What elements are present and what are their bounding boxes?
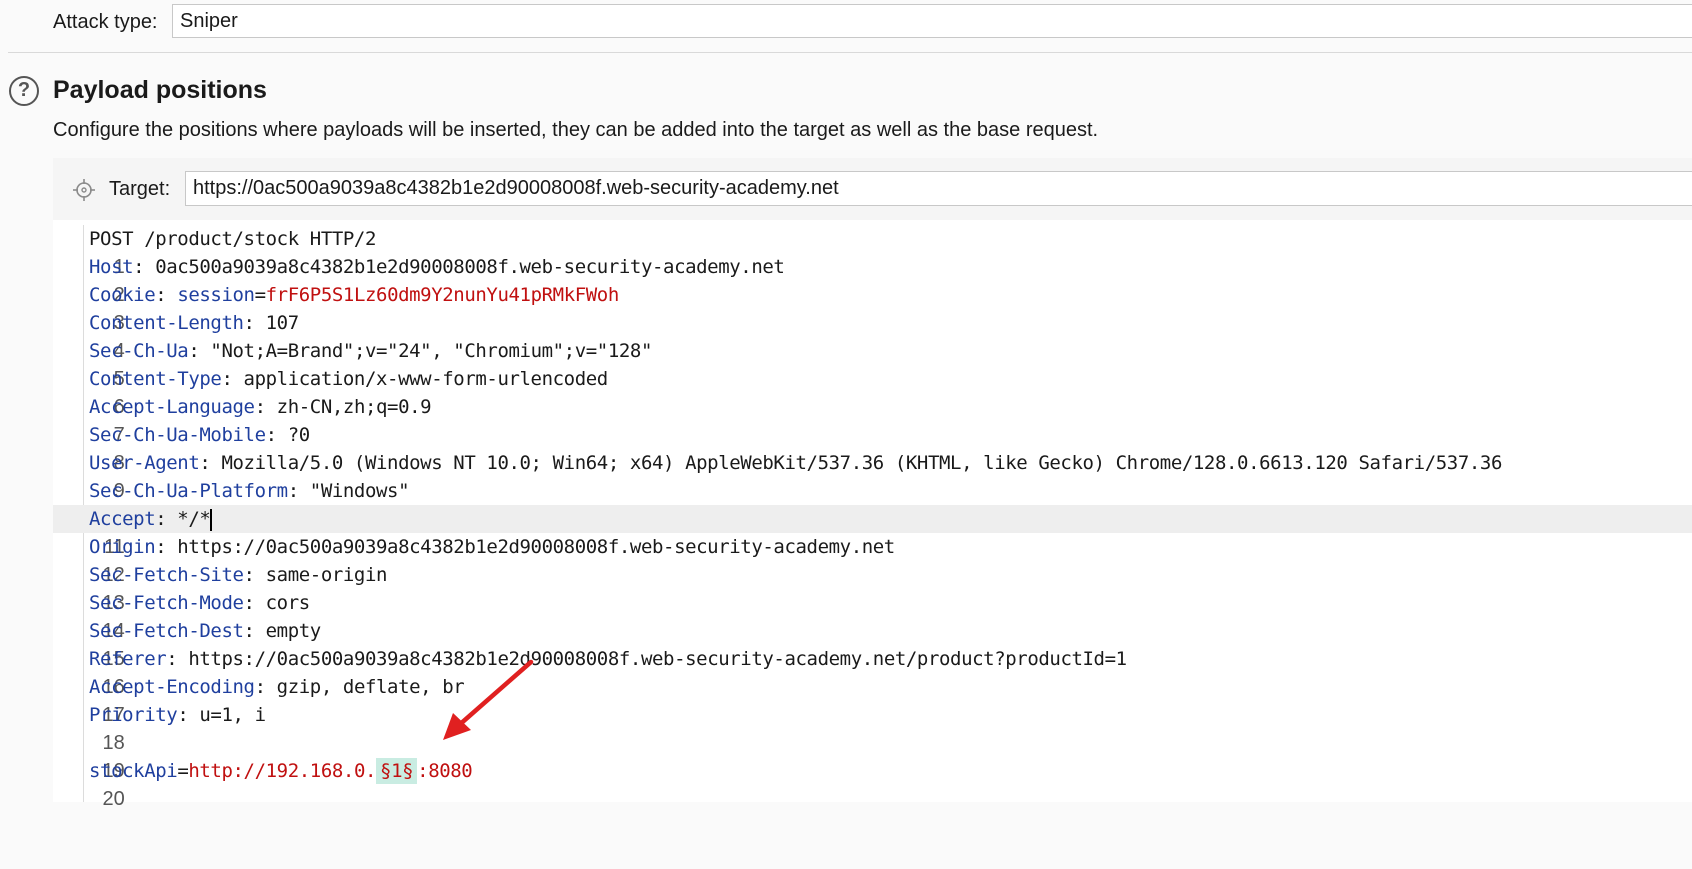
header-value: : application/x-www-form-urlencoded xyxy=(221,368,608,390)
header-name: Sec-Fetch-Site xyxy=(89,564,244,586)
header-value: : 107 xyxy=(243,312,300,334)
header-name: Sec-Fetch-Mode xyxy=(89,592,244,614)
code-line-6: 6 Content-Type: application/x-www-form-u… xyxy=(53,365,1692,418)
code-line-15: 15 Sec-Fetch-Dest: empty xyxy=(53,617,1692,670)
header-name: Referer xyxy=(89,648,167,670)
help-icon[interactable]: ? xyxy=(9,76,39,106)
header-name: User-Agent xyxy=(89,452,200,474)
header-value: : 0ac500a9039a8c4382b1e2d90008008f.web-s… xyxy=(133,256,785,278)
section-description: Configure the positions where payloads w… xyxy=(53,119,1099,141)
section-title: Payload positions xyxy=(53,76,267,104)
body-equals: = xyxy=(177,760,189,782)
attack-type-label: Attack type: xyxy=(53,11,158,33)
code-line-9: 9 User-Agent: Mozilla/5.0 (Windows NT 10… xyxy=(53,449,1692,502)
body-param-port: :8080 xyxy=(417,760,473,782)
header-name: Accept xyxy=(89,508,156,530)
header-value: : ?0 xyxy=(265,424,311,446)
code-line-7: 7 Accept-Language: zh-CN,zh;q=0.9 xyxy=(53,393,1692,446)
header-value: : cors xyxy=(243,592,311,614)
code-line-19: 19 xyxy=(53,729,1692,782)
header-name: Accept-Encoding xyxy=(89,676,255,698)
request-editor[interactable]: 1 POST /product/stock HTTP/2 2 Host: 0ac… xyxy=(53,225,1692,810)
header-value: : zh-CN,zh;q=0.9 xyxy=(254,396,432,418)
cookie-equals: = xyxy=(254,284,266,306)
code-line-4: 4 Content-Length: 107 xyxy=(53,309,1692,362)
code-line-2: 2 Host: 0ac500a9039a8c4382b1e2d90008008f… xyxy=(53,253,1692,306)
divider xyxy=(8,52,1692,53)
payload-marker[interactable]: §1§ xyxy=(376,758,418,784)
header-value: : https://0ac500a9039a8c4382b1e2d9000800… xyxy=(166,648,1127,670)
header-value: : https://0ac500a9039a8c4382b1e2d9000800… xyxy=(155,536,895,558)
header-value: : same-origin xyxy=(243,564,388,586)
body-param-name: stockApi xyxy=(89,760,178,782)
request-line: POST /product/stock HTTP/2 xyxy=(89,228,377,250)
header-name: Content-Length xyxy=(89,312,244,334)
code-line-18: 18 Priority: u=1, i xyxy=(53,701,1692,754)
code-line-10: 10 Sec-Ch-Ua-Platform: "Windows" xyxy=(53,477,1692,530)
line-number: 20 xyxy=(102,788,125,810)
code-line-11: 11 Accept: */* xyxy=(53,505,1692,558)
header-name: Accept-Language xyxy=(89,396,255,418)
crosshair-icon[interactable] xyxy=(72,178,96,202)
header-value: : empty xyxy=(243,620,322,642)
code-line-1: 1 POST /product/stock HTTP/2 xyxy=(53,225,1692,278)
code-line-5: 5 Sec-Ch-Ua: "Not;A=Brand";v="24", "Chro… xyxy=(53,337,1692,390)
header-value: : Mozilla/5.0 (Windows NT 10.0; Win64; x… xyxy=(199,452,1502,474)
target-label: Target: xyxy=(109,178,171,200)
code-line-8: 8 Sec-Ch-Ua-Mobile: ?0 xyxy=(53,421,1692,474)
header-name: Sec-Ch-Ua-Mobile xyxy=(89,424,266,446)
code-line-14: 14 Sec-Fetch-Mode: cors xyxy=(53,589,1692,642)
code-line-17: 17 Accept-Encoding: gzip, deflate, br xyxy=(53,673,1692,726)
header-value: : u=1, i xyxy=(177,704,266,726)
header-name: Cookie xyxy=(89,284,156,306)
header-name: Sec-Fetch-Dest xyxy=(89,620,244,642)
header-value: : "Windows" xyxy=(287,480,410,502)
cookie-value: frF6P5S1Lz60dm9Y2nunYu41pRMkFWoh xyxy=(265,284,620,306)
header-separator: : xyxy=(155,284,178,306)
header-name: Content-Type xyxy=(89,368,222,390)
text-cursor xyxy=(210,508,213,531)
attack-type-select[interactable]: Sniper xyxy=(172,4,1692,38)
cookie-name: session xyxy=(177,284,255,306)
body-param-url: http://192.168.0. xyxy=(188,760,377,782)
header-name: Priority xyxy=(89,704,178,726)
code-line-3: 3 Cookie: session=frF6P5S1Lz60dm9Y2nunYu… xyxy=(53,281,1692,334)
code-line-16: 16 Referer: https://0ac500a9039a8c4382b1… xyxy=(53,645,1692,698)
header-name: Sec-Ch-Ua-Platform xyxy=(89,480,288,502)
code-line-13: 13 Sec-Fetch-Site: same-origin xyxy=(53,561,1692,614)
header-name: Origin xyxy=(89,536,156,558)
header-name: Host xyxy=(89,256,134,278)
header-value: : "Not;A=Brand";v="24", "Chromium";v="12… xyxy=(188,340,652,362)
annotation-arrow-icon xyxy=(443,659,534,740)
code-line-12: 12 Origin: https://0ac500a9039a8c4382b1e… xyxy=(53,533,1692,586)
header-name: Sec-Ch-Ua xyxy=(89,340,189,362)
code-line-20: 20 stockApi=http://192.168.0. §1§:8080 xyxy=(53,757,1692,810)
header-value: : */* xyxy=(155,508,211,530)
target-input[interactable]: https://0ac500a9039a8c4382b1e2d90008008f… xyxy=(185,171,1692,206)
